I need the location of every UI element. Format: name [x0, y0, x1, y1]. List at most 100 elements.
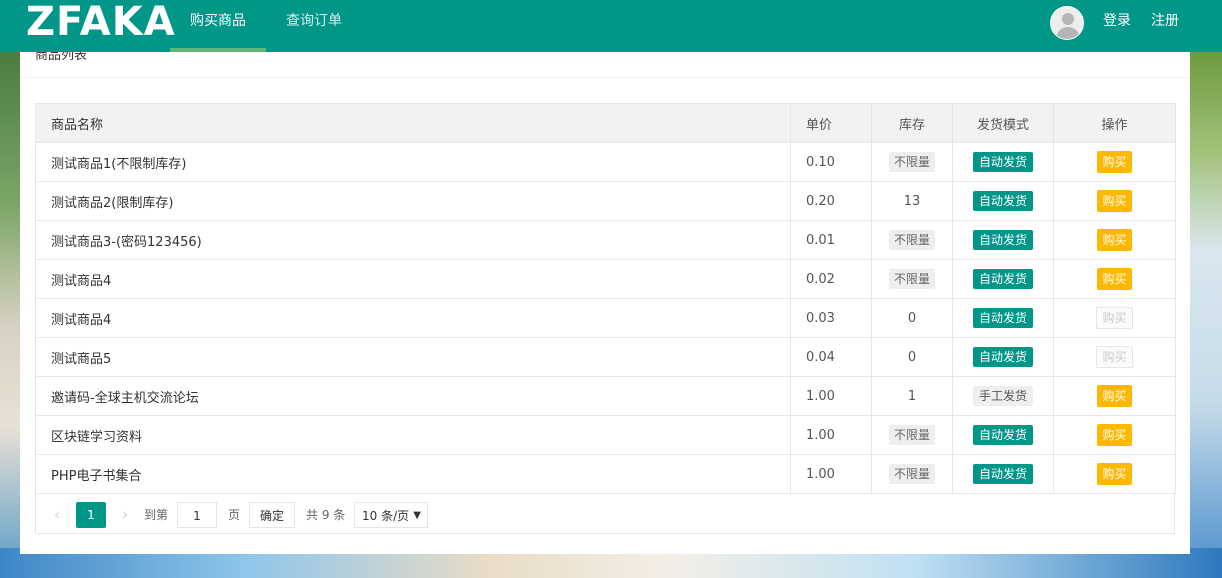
pagination: ‹ 1 › 到第 1 页 确定 共 9 条 10 条/页 ▼	[35, 494, 1175, 534]
goods-price: 0.04	[790, 337, 872, 377]
delivery-mode-badge: 手工发货	[972, 386, 1033, 406]
stock-value: 13	[871, 181, 953, 221]
table-row: 测试商品4 0.03 0 自动发货 购买	[35, 298, 1176, 338]
stock-value: 1	[871, 376, 953, 416]
mode-cell: 自动发货	[952, 298, 1054, 338]
action-cell: 购买	[1053, 298, 1176, 338]
goods-name: 测试商品4	[35, 259, 791, 299]
column-header-stock: 库存	[871, 103, 953, 143]
delivery-mode-badge: 自动发货	[972, 269, 1033, 289]
stock-cell: 不限量	[871, 142, 953, 182]
goods-price: 1.00	[790, 415, 872, 455]
chevron-right-icon[interactable]: ›	[118, 503, 132, 527]
login-link[interactable]: 登录	[1103, 0, 1131, 42]
goods-price: 0.03	[790, 298, 872, 338]
page-label: 页	[228, 508, 241, 522]
goods-name: PHP电子书集合	[35, 454, 791, 494]
stock-cell: 不限量	[871, 415, 953, 455]
table-row: 区块链学习资料 1.00 不限量 自动发货 购买	[35, 415, 1176, 455]
table-header-row: 商品名称 单价 库存 发货模式 操作	[35, 103, 1176, 143]
goods-name: 测试商品3-(密码123456)	[35, 220, 791, 260]
avatar-body	[1056, 27, 1080, 39]
goods-name: 邀请码-全球主机交流论坛	[35, 376, 791, 416]
goods-name: 测试商品1(不限制库存)	[35, 142, 791, 182]
buy-button[interactable]: 购买	[1097, 229, 1132, 251]
stock-value: 0	[871, 298, 953, 338]
avatar-head	[1062, 13, 1074, 25]
action-cell: 购买	[1053, 376, 1176, 416]
table-row: PHP电子书集合 1.00 不限量 自动发货 购买	[35, 454, 1176, 494]
mode-cell: 自动发货	[952, 181, 1054, 221]
goods-price: 1.00	[790, 376, 872, 416]
page-current[interactable]: 1	[76, 502, 106, 528]
goto-label: 到第	[144, 508, 169, 522]
buy-button[interactable]: 购买	[1097, 268, 1132, 290]
delivery-mode-badge: 自动发货	[972, 152, 1033, 172]
buy-button[interactable]: 购买	[1097, 463, 1132, 485]
table-row: 测试商品1(不限制库存) 0.10 不限量 自动发货 购买	[35, 142, 1176, 182]
buy-button-disabled[interactable]: 购买	[1096, 307, 1133, 329]
delivery-mode-badge: 自动发货	[972, 191, 1033, 211]
stock-badge: 不限量	[888, 152, 935, 172]
table-row: 测试商品2(限制库存) 0.20 13 自动发货 购买	[35, 181, 1176, 221]
background-scenery-left	[0, 52, 22, 552]
stock-badge: 不限量	[888, 464, 935, 484]
mode-cell: 手工发货	[952, 376, 1054, 416]
column-header-action: 操作	[1053, 103, 1176, 143]
delivery-mode-badge: 自动发货	[972, 347, 1033, 367]
delivery-mode-badge: 自动发货	[972, 308, 1033, 328]
background-scenery-right	[1190, 52, 1222, 552]
buy-button[interactable]: 购买	[1097, 190, 1132, 212]
action-cell: 购买	[1053, 142, 1176, 182]
nav-query-order[interactable]: 查询订单	[266, 0, 362, 52]
logo[interactable]: ZFAKA	[26, 0, 176, 45]
mode-cell: 自动发货	[952, 454, 1054, 494]
stock-cell: 不限量	[871, 220, 953, 260]
action-cell: 购买	[1053, 415, 1176, 455]
mode-cell: 自动发货	[952, 220, 1054, 260]
buy-button[interactable]: 购买	[1097, 385, 1132, 407]
avatar-icon[interactable]	[1050, 6, 1084, 40]
stock-badge: 不限量	[888, 269, 935, 289]
action-cell: 购买	[1053, 259, 1176, 299]
total-count: 共 9 条	[306, 508, 346, 522]
goods-name: 测试商品4	[35, 298, 791, 338]
goods-list-card: 商品列表 商品名称 单价 库存 发货模式 操作 测试商品1(不限制库存) 0.1…	[20, 40, 1190, 554]
column-header-name: 商品名称	[35, 103, 791, 143]
table-row: 邀请码-全球主机交流论坛 1.00 1 手工发货 购买	[35, 376, 1176, 416]
confirm-button[interactable]: 确定	[249, 502, 296, 528]
table-row: 测试商品3-(密码123456) 0.01 不限量 自动发货 购买	[35, 220, 1176, 260]
table-row: 测试商品4 0.02 不限量 自动发货 购买	[35, 259, 1176, 299]
stock-value: 0	[871, 337, 953, 377]
goods-price: 1.00	[790, 454, 872, 494]
delivery-mode-badge: 自动发货	[972, 464, 1033, 484]
page-size-value: 10 条/页	[362, 509, 410, 523]
action-cell: 购买	[1053, 337, 1176, 377]
goods-name: 测试商品2(限制库存)	[35, 181, 791, 221]
buy-button[interactable]: 购买	[1097, 424, 1132, 446]
goods-name: 区块链学习资料	[35, 415, 791, 455]
page-size-select[interactable]: 10 条/页 ▼	[354, 502, 428, 528]
nav-buy-goods[interactable]: 购买商品	[170, 0, 266, 52]
mode-cell: 自动发货	[952, 259, 1054, 299]
register-link[interactable]: 注册	[1151, 0, 1179, 42]
mode-cell: 自动发货	[952, 415, 1054, 455]
stock-cell: 不限量	[871, 259, 953, 299]
goods-price: 0.20	[790, 181, 872, 221]
goods-table: 商品名称 单价 库存 发货模式 操作 测试商品1(不限制库存) 0.10 不限量…	[35, 103, 1176, 494]
buy-button[interactable]: 购买	[1097, 151, 1132, 173]
stock-badge: 不限量	[888, 425, 935, 445]
goto-page-input[interactable]: 1	[177, 502, 217, 528]
column-header-price: 单价	[790, 103, 872, 143]
stock-badge: 不限量	[888, 230, 935, 250]
column-header-mode: 发货模式	[952, 103, 1054, 143]
chevron-left-icon[interactable]: ‹	[50, 503, 64, 527]
buy-button-disabled[interactable]: 购买	[1096, 346, 1133, 368]
action-cell: 购买	[1053, 181, 1176, 221]
stock-cell: 不限量	[871, 454, 953, 494]
delivery-mode-badge: 自动发货	[972, 230, 1033, 250]
goods-price: 0.01	[790, 220, 872, 260]
action-cell: 购买	[1053, 454, 1176, 494]
action-cell: 购买	[1053, 220, 1176, 260]
mode-cell: 自动发货	[952, 142, 1054, 182]
